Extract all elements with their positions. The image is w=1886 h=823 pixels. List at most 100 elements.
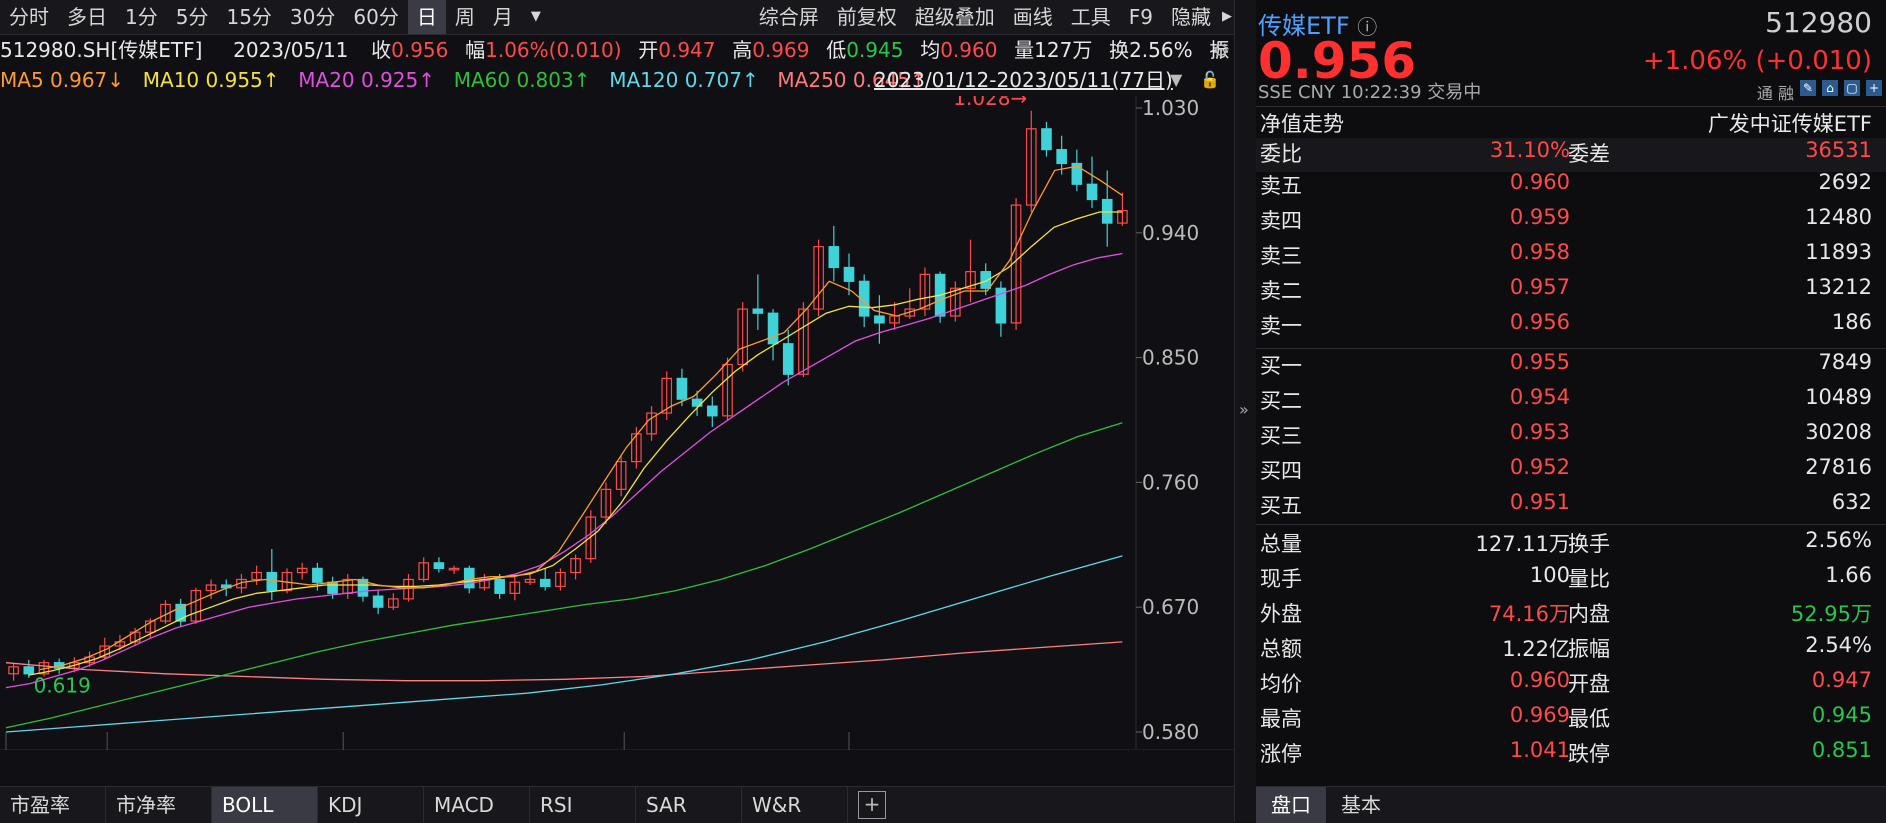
- kline-chart-svg[interactable]: 1.030 0.940 0.850 0.760 0.670 0.580 1.028→ 0.61…: [0, 96, 1234, 750]
- tab-week[interactable]: 周: [446, 0, 484, 34]
- bid-row[interactable]: 买三 0.953 30208: [1256, 420, 1886, 454]
- ask-row[interactable]: 卖二 0.957 13212: [1256, 275, 1886, 309]
- tab-pb[interactable]: 市净率: [106, 787, 212, 823]
- stat-value: 100: [1529, 563, 1570, 587]
- bid-level-label: 买三: [1260, 424, 1302, 448]
- bid-price: 0.954: [1509, 385, 1570, 409]
- expand-icon[interactable]: »: [1239, 400, 1249, 419]
- bid-row[interactable]: 买二 0.954 10489: [1256, 385, 1886, 419]
- ask-level-label: 卖一: [1260, 314, 1302, 338]
- ma5-legend: MA5 0.967↓: [0, 68, 125, 92]
- btn-f9[interactable]: F9: [1120, 0, 1162, 34]
- tab-pe[interactable]: 市盈率: [0, 787, 106, 823]
- nav-fund-name: 广发中证传媒ETF: [1707, 112, 1872, 136]
- tab-1min[interactable]: 1分: [116, 0, 167, 34]
- panel-splitter[interactable]: »: [1234, 0, 1258, 822]
- tab-sar[interactable]: SAR: [636, 787, 742, 823]
- tab-basic[interactable]: 基本: [1326, 787, 1396, 823]
- btn-forward-adjust[interactable]: 前复权: [828, 0, 906, 34]
- margin-tags: 通 融: [1756, 84, 1794, 103]
- ask-row[interactable]: 卖三 0.958 11893: [1256, 240, 1886, 274]
- ask-level-label: 卖二: [1260, 279, 1302, 303]
- stat-value: 74.16万: [1488, 602, 1570, 626]
- btn-tools[interactable]: 工具: [1062, 0, 1120, 34]
- divider: [1256, 348, 1886, 349]
- price-change: +1.06% (+0.010): [1642, 46, 1872, 76]
- nav-row[interactable]: 净值走势 广发中证传媒ETF: [1256, 108, 1886, 142]
- settings-gear-icon[interactable]: ⚙: [1212, 34, 1230, 66]
- candle-body: [828, 246, 840, 269]
- tab-boll[interactable]: BOLL: [212, 787, 318, 823]
- stat-label: 均价: [1260, 672, 1302, 696]
- bar-date: 2023/05/11: [233, 38, 349, 62]
- app-window: 分时 多日 1分 5分 15分 30分 60分 日 周 月 ▼ 综合屏 前复权 …: [0, 0, 1886, 823]
- tab-60min[interactable]: 60分: [344, 0, 407, 34]
- stat-value: 2.54%: [1805, 633, 1872, 657]
- more-periods-icon[interactable]: ▼: [522, 0, 550, 34]
- tab-5min[interactable]: 5分: [167, 0, 218, 34]
- add-indicator-icon[interactable]: +: [858, 791, 886, 819]
- tab-macd[interactable]: MACD: [424, 787, 530, 823]
- stat-label: 振幅: [1568, 637, 1610, 661]
- nav-label[interactable]: 净值走势: [1260, 108, 1344, 138]
- tab-month[interactable]: 月: [484, 0, 522, 34]
- range-dropdown-icon[interactable]: ▼: [1170, 64, 1182, 96]
- open-value: 0.947: [658, 38, 716, 62]
- add-icon[interactable]: +: [1866, 80, 1882, 96]
- tab-multiday[interactable]: 多日: [58, 0, 116, 34]
- stat-value: 0.947: [1811, 668, 1872, 692]
- ma60-legend: MA60 0.803↑: [453, 68, 591, 92]
- window-icon[interactable]: ▢: [1844, 80, 1860, 96]
- tab-kdj[interactable]: KDJ: [318, 787, 424, 823]
- stat-value: 1.22亿: [1502, 637, 1570, 661]
- candle-body: [312, 567, 323, 583]
- btn-hide[interactable]: 隐藏: [1162, 0, 1220, 34]
- security-code: 512980: [1765, 6, 1872, 39]
- date-range[interactable]: 2023/01/12-2023/05/11(77日): [874, 64, 1173, 96]
- stat-row: 外盘 74.16万 内盘 52.95万: [1256, 598, 1886, 632]
- bid-row[interactable]: 买五 0.951 632: [1256, 490, 1886, 524]
- tab-wr[interactable]: W&R: [742, 787, 848, 823]
- ask-row[interactable]: 卖四 0.959 12480: [1256, 205, 1886, 239]
- edit-icon[interactable]: ✎: [1800, 80, 1816, 96]
- bid-price: 0.952: [1509, 455, 1570, 479]
- candle-body: [767, 312, 779, 345]
- candle-body: [23, 666, 35, 675]
- ask-price: 0.957: [1509, 275, 1570, 299]
- volume-value: 127万: [1034, 38, 1093, 62]
- bid-level-label: 买二: [1260, 389, 1302, 413]
- bid-row[interactable]: 买四 0.952 27816: [1256, 455, 1886, 489]
- stat-value: 1.041: [1509, 738, 1570, 762]
- stat-label: 外盘: [1260, 602, 1302, 626]
- stat-value: 0.960: [1509, 668, 1570, 692]
- tab-15min[interactable]: 15分: [217, 0, 280, 34]
- ask-volume: 186: [1831, 310, 1872, 334]
- btn-draw-line[interactable]: 画线: [1004, 0, 1062, 34]
- stat-label: 总额: [1260, 637, 1302, 661]
- collapse-arrow-icon[interactable]: ▶: [1220, 0, 1234, 34]
- ask-level-label: 卖五: [1260, 174, 1302, 198]
- btn-composite-screen[interactable]: 综合屏: [750, 0, 828, 34]
- chart-background: [0, 96, 1234, 750]
- lock-icon[interactable]: 🔓: [1200, 64, 1220, 96]
- kline-chart[interactable]: 1.030 0.940 0.850 0.760 0.670 0.580 1.028→ 0.61…: [0, 96, 1234, 750]
- y-tick-label: 0.580: [1142, 720, 1199, 744]
- tab-day[interactable]: 日: [407, 0, 446, 34]
- volume-label: 量: [1014, 38, 1035, 62]
- stat-label: 最低: [1568, 707, 1610, 731]
- divider: [1256, 524, 1886, 525]
- btn-super-overlay[interactable]: 超级叠加: [906, 0, 1004, 34]
- avg-value: 0.960: [940, 38, 998, 62]
- ask-row[interactable]: 卖一 0.956 186: [1256, 310, 1886, 344]
- tab-rsi[interactable]: RSI: [530, 787, 636, 823]
- tab-30min[interactable]: 30分: [281, 0, 344, 34]
- divider: [1256, 106, 1886, 107]
- tab-handicap[interactable]: 盘口: [1256, 787, 1326, 823]
- bid-row[interactable]: 买一 0.955 7849: [1256, 350, 1886, 384]
- ask-row[interactable]: 卖五 0.960 2692: [1256, 170, 1886, 204]
- tab-fenshi[interactable]: 分时: [0, 0, 58, 34]
- stat-value: 52.95万: [1790, 602, 1872, 626]
- quote-panel: 传媒ETF ⓘ 512980 0.956 +1.06% (+0.010) SSE…: [1256, 0, 1886, 823]
- stat-label: 涨停: [1260, 742, 1302, 766]
- alert-icon[interactable]: ⌂: [1822, 80, 1838, 96]
